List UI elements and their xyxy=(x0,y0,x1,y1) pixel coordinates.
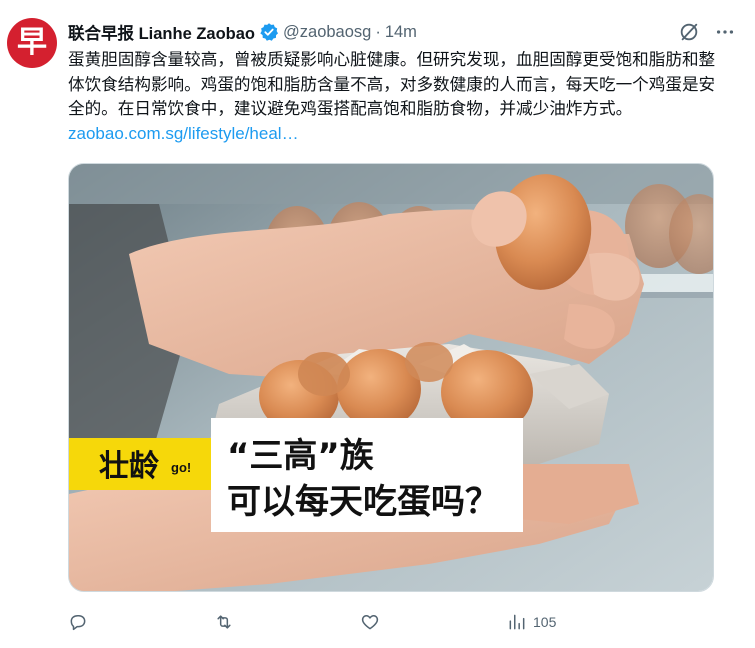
like-icon xyxy=(361,615,379,630)
more-icon xyxy=(716,30,734,34)
tweet-body: 蛋黄胆固醇含量较高，曾被质疑影响心脏健康。但研究发现，血胆固醇更受饱和脂肪和整体… xyxy=(68,50,716,119)
views-button[interactable]: 105 xyxy=(507,608,556,636)
media-headline-line1: “三高”族 xyxy=(227,436,374,476)
tweet-link[interactable]: zaobao.com.sg/lifestyle/heal… xyxy=(68,124,299,143)
more-button[interactable] xyxy=(711,18,739,46)
avatar-glyph: 早 xyxy=(17,25,47,60)
media-headline-line2: 可以每天吃蛋吗？ xyxy=(227,482,499,522)
media-badge-text: 壮龄 xyxy=(99,449,160,484)
tweet-timestamp[interactable]: 14m xyxy=(385,23,417,42)
grok-icon xyxy=(680,23,698,41)
like-button[interactable] xyxy=(360,608,380,636)
tweet-actions: 105 xyxy=(68,608,755,636)
author-handle[interactable]: @zaobaosg xyxy=(283,23,371,42)
author-name[interactable]: 联合早报 Lianhe Zaobao xyxy=(68,20,255,44)
views-icon xyxy=(509,614,525,630)
header-separator: · xyxy=(375,22,381,41)
grok-button[interactable] xyxy=(675,18,703,46)
tweet-header: 联合早报 Lianhe Zaobao @zaobaosg · 14m xyxy=(68,20,735,44)
verified-badge-icon xyxy=(259,22,279,42)
reply-button[interactable] xyxy=(68,608,88,636)
views-count: 105 xyxy=(533,614,557,630)
retweet-icon xyxy=(217,615,231,629)
media-badge-go: go! xyxy=(171,460,191,475)
tweet-text: 蛋黄胆固醇含量较高，曾被质疑影响心脏健康。但研究发现，血胆固醇更受饱和脂肪和整体… xyxy=(68,48,730,146)
tweet-media-image[interactable]: 壮龄 go! “三高”族 可以每天吃蛋吗？ xyxy=(68,163,714,592)
retweet-button[interactable] xyxy=(214,608,234,636)
avatar[interactable]: 早 xyxy=(7,18,57,68)
reply-icon xyxy=(70,615,86,631)
